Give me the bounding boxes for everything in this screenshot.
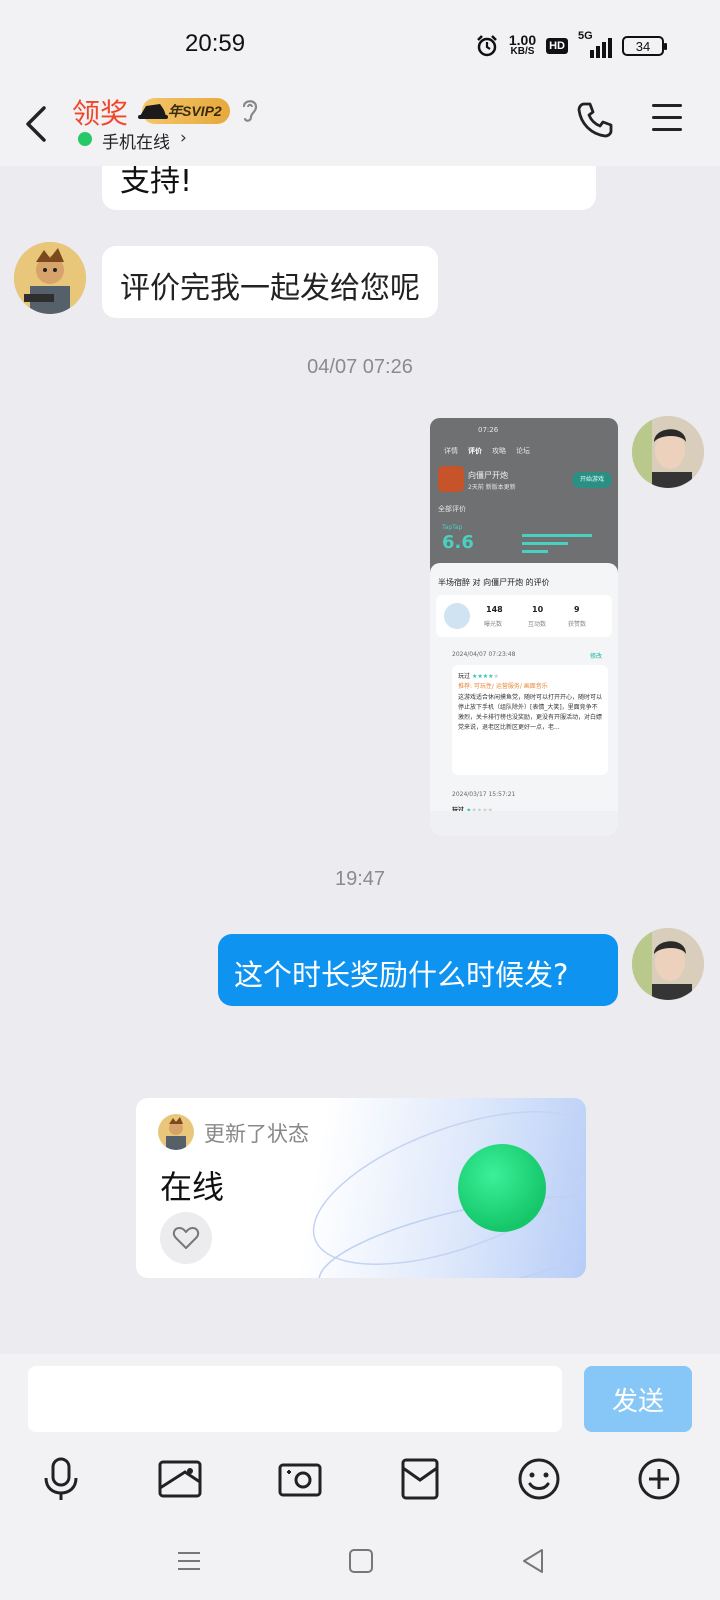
chevron-right-icon[interactable]: ›: [180, 128, 187, 148]
shot-stats: 148 曝光数 10 互动数 9 获赞数: [436, 595, 612, 637]
soldier-avatar-icon: [158, 1114, 194, 1150]
image-icon[interactable]: [155, 1454, 205, 1504]
shot-top: 07:26 详情 评价 攻略 论坛 向僵尸开炮 2天前 新版本更新 开始游戏 全…: [430, 418, 618, 568]
status-icons: 1.00 KB/S HD 5G 34: [475, 30, 667, 58]
nav-back-icon[interactable]: [516, 1544, 550, 1578]
recent-apps-icon[interactable]: [172, 1544, 206, 1578]
contact-avatar[interactable]: [14, 242, 86, 314]
contact-name[interactable]: 领奖: [72, 92, 128, 132]
shot-tabs: 详情 评价 攻略 论坛: [444, 447, 530, 455]
my-avatar[interactable]: [632, 928, 704, 1000]
alarm-icon: [476, 35, 497, 57]
status-time: 20:59: [185, 30, 246, 57]
message-bubble-sent[interactable]: 这个时长奖励什么时候发?: [218, 934, 618, 1006]
message-input[interactable]: [28, 1366, 562, 1432]
svip-badge[interactable]: 年SVIP2: [138, 98, 230, 124]
plus-icon[interactable]: [634, 1454, 684, 1504]
hat-icon: [138, 104, 168, 119]
online-status-orb: [458, 1144, 546, 1232]
red-packet-icon[interactable]: [395, 1454, 445, 1504]
online-dot: [78, 132, 92, 146]
microphone-icon[interactable]: [36, 1454, 86, 1504]
status-update-card[interactable]: 更新了状态 在线: [136, 1098, 586, 1278]
shot-panel: 半场宿醉 对 向僵尸开炮 的评价 148 曝光数 10 互动数 9 获赞数 20…: [430, 563, 618, 836]
battery-icon: 34: [622, 36, 667, 56]
net-speed: 1.00 KB/S: [508, 32, 537, 57]
send-button[interactable]: 发送: [584, 1366, 692, 1432]
ear-icon[interactable]: [238, 96, 262, 124]
message-bubble-received[interactable]: 评价完我一起发给您呢: [102, 246, 438, 318]
image-message[interactable]: 07:26 详情 评价 攻略 论坛 向僵尸开炮 2天前 新版本更新 开始游戏 全…: [430, 418, 618, 836]
phone-icon[interactable]: [575, 100, 615, 140]
person-avatar-icon: [632, 928, 704, 1000]
soldier-avatar-icon: [14, 242, 86, 314]
status-bar: 20:59 1.00 KB/S HD 5G 34: [0, 0, 720, 84]
camera-icon[interactable]: [275, 1454, 325, 1504]
shot-review: 玩过 ★★★★★ 推荐: 可玩性/ 运营服务/ 画面音乐 这游戏适合休闲摸鱼党，…: [452, 665, 608, 775]
timestamp: 19:47: [334, 868, 386, 890]
system-nav-bar: [0, 1520, 720, 1600]
emoji-icon[interactable]: [514, 1454, 564, 1504]
game-icon: [438, 466, 464, 492]
chat-header: 领奖 年SVIP2 手机在线 ›: [0, 84, 720, 166]
status-updated-label: 更新了状态: [204, 1122, 309, 1146]
timestamp: 04/07 07:26: [307, 356, 413, 378]
contact-mini-avatar: [158, 1114, 194, 1150]
like-button[interactable]: [160, 1212, 212, 1264]
back-icon[interactable]: [18, 102, 58, 146]
signal-icon: 5G: [578, 30, 612, 58]
online-status[interactable]: 手机在线: [102, 128, 170, 153]
heart-icon: [172, 1227, 200, 1249]
my-avatar[interactable]: [632, 416, 704, 488]
shot-nav: [430, 811, 618, 836]
hd-icon: HD: [546, 38, 568, 54]
status-state: 在线: [160, 1168, 225, 1206]
person-avatar-icon: [632, 416, 704, 488]
menu-icon[interactable]: [652, 104, 686, 136]
home-icon[interactable]: [344, 1544, 378, 1578]
